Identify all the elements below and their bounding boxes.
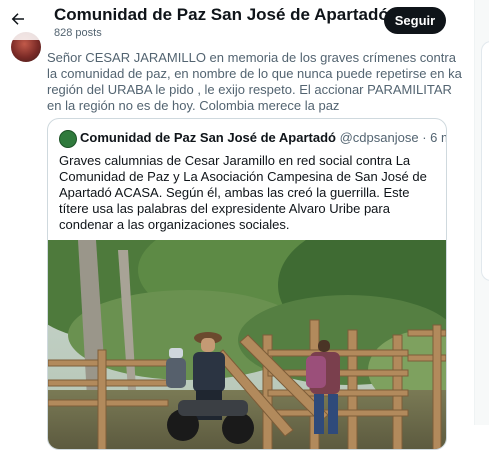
quoted-tweet-card[interactable]: Comunidad de Paz San José de Apartadó @c… bbox=[47, 118, 447, 450]
quoted-author-avatar bbox=[59, 130, 77, 148]
post-count: 828 posts bbox=[54, 27, 102, 39]
profile-header: Comunidad de Paz San José de Apartadó 82… bbox=[0, 0, 474, 40]
quoted-tweet-text: Graves calumnias de Cesar Jaramillo en r… bbox=[59, 153, 427, 232]
back-button[interactable] bbox=[6, 7, 30, 31]
quoted-date: 6 mar. bbox=[430, 130, 446, 145]
sidebar-card-edge bbox=[481, 41, 489, 281]
follow-button[interactable]: Seguir bbox=[384, 7, 446, 34]
arrow-left-icon bbox=[11, 13, 24, 25]
quoted-author-name: Comunidad de Paz San José de Apartadó bbox=[80, 130, 336, 145]
quoted-author-handle: @cdpsanjose bbox=[339, 130, 419, 145]
right-sidebar-edge bbox=[474, 0, 489, 425]
quoted-tweet-header: Comunidad de Paz San José de Apartadó @c… bbox=[80, 130, 446, 145]
quoted-separator: · bbox=[422, 130, 427, 145]
page-title: Comunidad de Paz San José de Apartadó bbox=[54, 5, 389, 24]
quoted-tweet-photo[interactable] bbox=[48, 240, 446, 449]
tweet-text: Señor CESAR JARAMILLO en memoria de los … bbox=[47, 50, 462, 113]
photo-illustration bbox=[48, 240, 446, 449]
